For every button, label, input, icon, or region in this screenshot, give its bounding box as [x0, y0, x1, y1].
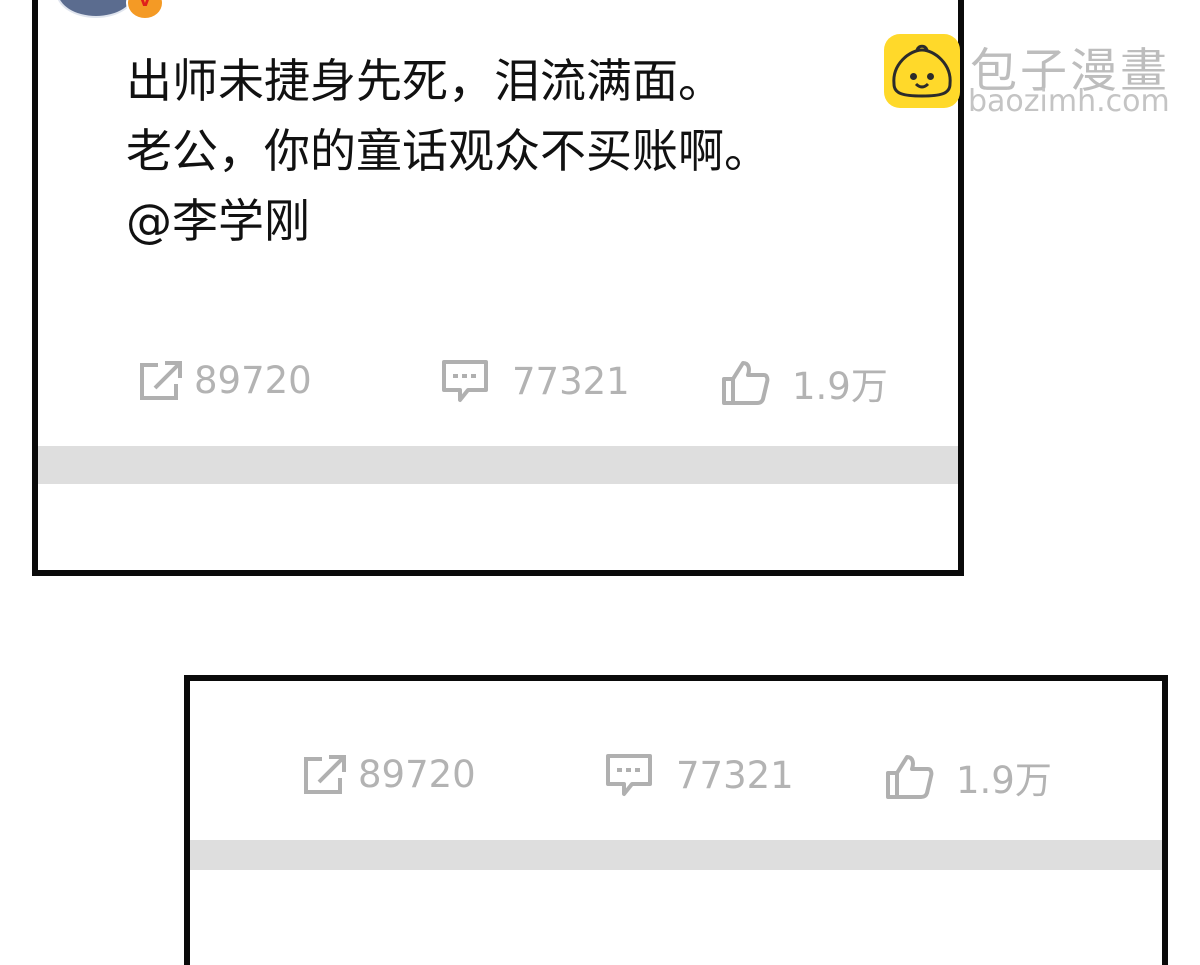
comment-count: 77321 — [512, 359, 630, 403]
like-button[interactable]: 1.9万 — [720, 356, 888, 410]
share-icon — [140, 361, 182, 400]
like-button-2[interactable]: 1.9万 — [884, 750, 1052, 804]
share-icon — [304, 755, 346, 794]
post-text-line: @李学刚 — [126, 194, 310, 248]
repost-count: 89720 — [194, 358, 312, 402]
comment-button[interactable]: 77321 — [440, 358, 630, 404]
post-text: 出师未捷身先死，泪流满面。 老公，你的童话观众不买账啊。 @李学刚 — [126, 46, 926, 256]
username[interactable] — [182, 0, 188, 10]
post-text-line: 出师未捷身先死，泪流满面。 — [126, 54, 724, 108]
comment-button-2[interactable]: 77321 — [604, 752, 794, 798]
comment-icon — [606, 754, 652, 796]
repost-button[interactable]: 89720 — [138, 358, 312, 402]
watermark-url: baozimh.com — [968, 84, 1170, 119]
baozi-logo-icon — [884, 34, 960, 108]
post-card-2 — [184, 675, 1168, 965]
thumbs-up-icon — [886, 755, 934, 799]
separator-band — [38, 446, 958, 484]
like-count: 1.9万 — [792, 365, 888, 408]
comment-count: 77321 — [676, 753, 794, 797]
separator-band-2 — [190, 840, 1162, 870]
like-count: 1.9万 — [956, 759, 1052, 802]
thumbs-up-icon — [722, 361, 770, 405]
comment-icon — [442, 360, 488, 402]
repost-count: 89720 — [358, 752, 476, 796]
repost-button-2[interactable]: 89720 — [302, 752, 476, 796]
post-text-line: 老公，你的童话观众不买账啊。 — [126, 124, 770, 178]
